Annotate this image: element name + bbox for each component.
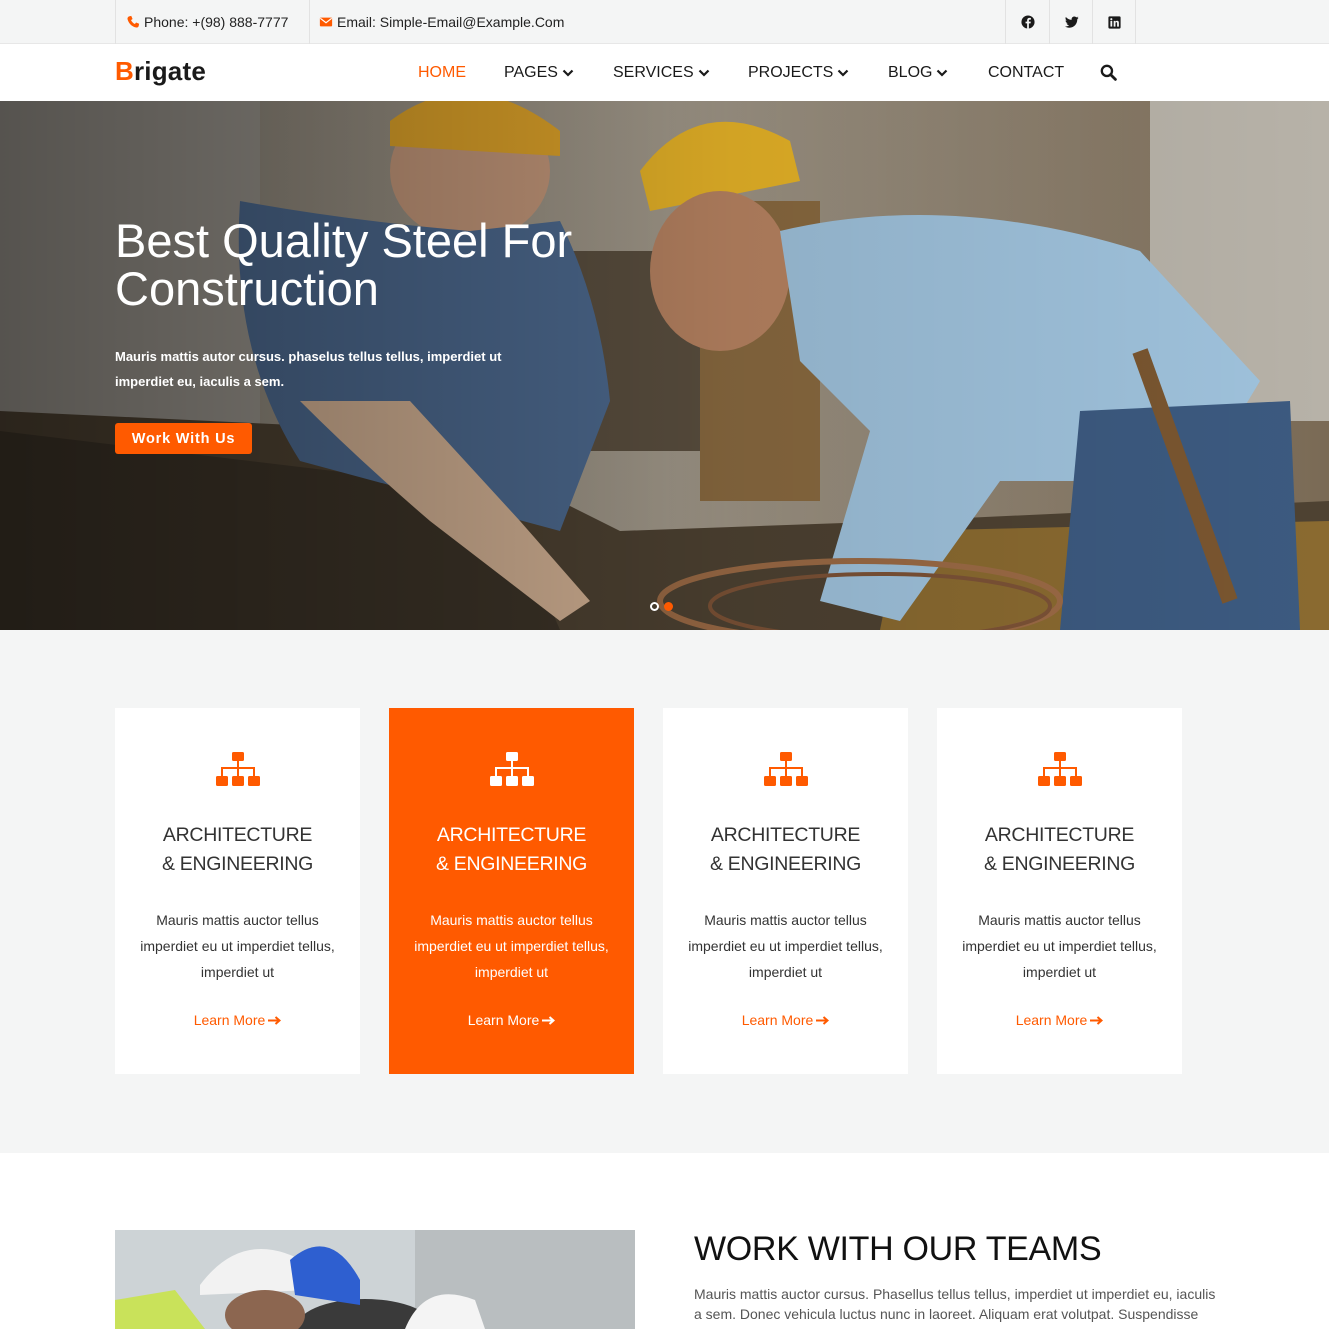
hero-slider: Best Quality Steel For Construction Maur… [0,101,1329,630]
chevron-down-icon [838,69,849,77]
sitemap-icon [216,752,260,786]
twitter-link[interactable] [1049,0,1093,44]
service-title: ARCHITECTURE & ENGINEERING [161,824,314,875]
nav-contact[interactable]: CONTACT [988,44,1064,101]
email-contact[interactable]: Email: Simple-Email@Example.Com [310,0,564,44]
linkedin-icon [1107,15,1121,29]
team-image [115,1230,635,1329]
service-card[interactable]: ARCHITECTURE & ENGINEERING Mauris mattis … [937,708,1182,1074]
email-text: Email: Simple-Email@Example.Com [337,14,565,30]
service-card[interactable]: ARCHITECTURE & ENGINEERING Mauris mattis … [663,708,908,1074]
learn-more-link[interactable]: Learn More [937,1012,1182,1028]
work-with-us-button[interactable]: Work With Us [115,423,252,454]
facebook-icon [1020,15,1035,29]
service-text: Mauris mattis auctor tellus imperdiet eu… [414,912,609,980]
search-icon [1100,64,1117,81]
learn-more-link[interactable]: Learn More [663,1012,908,1028]
learn-more-link[interactable]: Learn More [389,1012,634,1028]
nav-blog[interactable]: BLOG [888,44,948,101]
chevron-down-icon [562,69,574,77]
hero-description: Mauris mattis autor cursus. phaselus tel… [115,349,502,389]
service-text: Mauris mattis auctor tellus imperdiet eu… [962,912,1157,980]
nav-home[interactable]: HOME [418,44,466,101]
arrow-right-icon [268,1015,282,1025]
facebook-link[interactable] [1005,0,1049,44]
chevron-down-icon [698,69,709,77]
service-text: Mauris mattis auctor tellus imperdiet eu… [140,912,335,980]
nav-services[interactable]: SERVICES [613,44,710,101]
service-card-highlighted[interactable]: ARCHITECTURE & ENGINEERING Mauris mattis … [389,708,634,1074]
slider-dot-1[interactable] [650,602,659,611]
envelope-icon [319,17,333,27]
phone-icon [127,15,140,28]
service-title: ARCHITECTURE & ENGINEERING [983,824,1136,875]
linkedin-link[interactable] [1092,0,1136,44]
slider-dot-2[interactable] [664,602,673,611]
sitemap-icon [1038,752,1082,786]
arrow-right-icon [816,1015,830,1025]
search-button[interactable] [1100,44,1117,101]
hero-title: Best Quality Steel For Construction [115,214,573,315]
phone-contact[interactable]: Phone: +(98) 888-7777 [115,0,310,44]
learn-more-link[interactable]: Learn More [115,1012,360,1028]
phone-text: Phone: +(98) 888-7777 [144,14,289,30]
site-logo[interactable]: Brigate [115,56,206,87]
arrow-right-icon [542,1015,556,1025]
sitemap-icon [764,752,808,786]
services-section: ARCHITECTURE & ENGINEERING Mauris mattis … [0,630,1329,1153]
top-bar: Phone: +(98) 888-7777 Email: Simple-Emai… [0,0,1329,44]
main-navbar: Brigate HOME PAGES SERVICES PROJECTS BLO… [0,44,1329,101]
sitemap-icon [490,752,534,786]
chevron-down-icon [937,69,948,77]
service-text: Mauris mattis auctor tellus imperdiet eu… [688,912,883,980]
service-title: ARCHITECTURE & ENGINEERING [709,824,862,875]
twitter-icon [1064,16,1079,28]
service-title: ARCHITECTURE & ENGINEERING [435,824,588,875]
arrow-right-icon [1090,1015,1104,1025]
team-section-title: WORK WITH OUR TEAMS [694,1230,1102,1268]
nav-pages[interactable]: PAGES [504,44,574,101]
service-card[interactable]: ARCHITECTURE & ENGINEERING Mauris mattis … [115,708,360,1074]
team-section-text: Mauris mattis auctor cursus. Phasellus t… [694,1286,1216,1322]
nav-projects[interactable]: PROJECTS [748,44,849,101]
